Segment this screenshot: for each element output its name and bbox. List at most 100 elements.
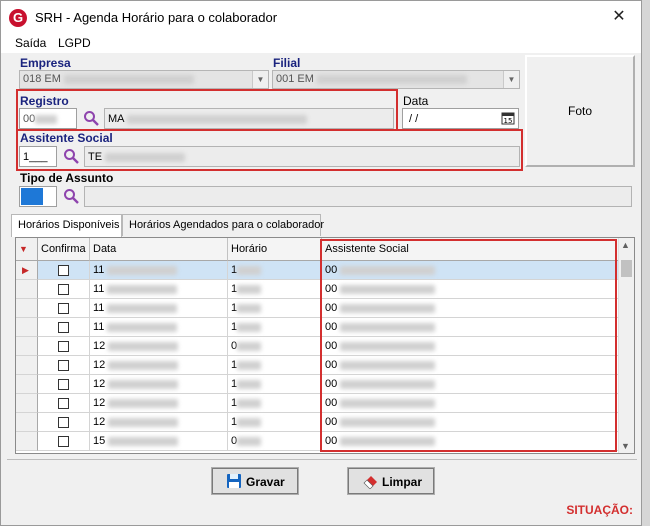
scroll-up-icon[interactable]: ▲ [621,240,630,250]
confirma-checkbox[interactable] [58,398,69,409]
search-icon[interactable] [63,188,79,204]
confirma-cell[interactable] [38,299,90,318]
empresa-value: 018 EM [23,73,194,85]
tab-horarios-disponiveis[interactable]: Horários Disponíveis [11,214,122,237]
row-indicator[interactable] [16,375,38,394]
confirma-checkbox[interactable] [58,436,69,447]
filial-combo[interactable]: 001 EM ▼ [272,70,520,89]
search-icon[interactable] [83,110,99,126]
title-bar: G SRH - Agenda Horário para o colaborado… [1,1,641,33]
row-indicator[interactable] [16,432,38,451]
horario-cell: 0 [228,337,322,356]
svg-text:15: 15 [504,117,513,125]
row-indicator[interactable] [16,413,38,432]
row-indicator[interactable]: ▶ [16,261,38,280]
empresa-combo[interactable]: 018 EM ▼ [19,70,269,89]
registro-code-input[interactable]: 00 [19,108,77,129]
gravar-button[interactable]: Gravar [211,467,299,495]
horario-cell: 1 [228,375,322,394]
menu-bar: Saída LGPD [1,33,641,53]
grid-scrollbar[interactable]: ▲ ▼ [618,238,634,453]
data-cell: 12 [90,413,228,432]
agenda-window: G SRH - Agenda Horário para o colaborado… [0,0,642,526]
assistente-column-highlight [320,239,617,452]
confirma-checkbox[interactable] [58,417,69,428]
scroll-down-icon[interactable]: ▼ [621,441,630,451]
row-indicator[interactable] [16,356,38,375]
assistente-label: Assitente Social [20,131,113,145]
horario-cell: 1 [228,280,322,299]
situacao-status: SITUAÇÃO: [566,503,633,517]
confirma-checkbox[interactable] [58,379,69,390]
horario-cell: 1 [228,261,322,280]
data-cell: 11 [90,261,228,280]
confirma-cell[interactable] [38,375,90,394]
confirma-checkbox[interactable] [58,265,69,276]
data-cell: 12 [90,356,228,375]
data-label: Data [403,94,429,108]
limpar-button[interactable]: Limpar [347,467,435,495]
assistente-code-value: 1___ [23,151,48,163]
chevron-down-icon[interactable]: ▼ [252,71,268,88]
confirma-checkbox[interactable] [58,360,69,371]
limpar-label: Limpar [382,475,423,489]
confirma-cell[interactable] [38,318,90,337]
row-indicator[interactable] [16,299,38,318]
save-icon [227,474,241,488]
tab-horarios-agendados[interactable]: Horários Agendados para o colaborador [122,214,324,236]
row-indicator[interactable] [16,394,38,413]
row-indicator[interactable] [16,318,38,337]
confirma-checkbox[interactable] [58,303,69,314]
header-horario[interactable]: Horário [228,238,322,261]
close-button[interactable]: ✕ [599,3,639,31]
grid-sort-indicator[interactable]: ▼ [16,238,38,261]
data-input[interactable]: / / 15 [402,108,519,129]
header-confirma[interactable]: Confirma [38,238,90,261]
registro-name-field: MA [104,108,394,129]
tipo-assunto-label: Tipo de Assunto [20,171,114,185]
confirma-cell[interactable] [38,413,90,432]
confirma-checkbox[interactable] [58,341,69,352]
app-logo-icon: G [9,9,27,27]
gravar-label: Gravar [246,475,285,489]
window-title: SRH - Agenda Horário para o colaborador [35,10,278,25]
confirma-checkbox[interactable] [58,284,69,295]
data-cell: 12 [90,375,228,394]
row-indicator[interactable] [16,280,38,299]
confirma-cell[interactable] [38,432,90,451]
foto-panel[interactable]: Foto [525,55,635,167]
menu-saida[interactable]: Saída [15,36,46,50]
horario-cell: 1 [228,394,322,413]
horario-cell: 0 [228,432,322,451]
data-cell: 11 [90,299,228,318]
assistente-code-input[interactable]: 1___ [19,146,57,167]
data-cell: 12 [90,394,228,413]
confirma-cell[interactable] [38,261,90,280]
confirma-checkbox[interactable] [58,322,69,333]
search-icon[interactable] [63,148,79,164]
registro-name-value: MA [108,113,307,125]
current-row-icon: ▶ [22,265,29,275]
confirma-cell[interactable] [38,280,90,299]
chevron-down-icon[interactable]: ▼ [503,71,519,88]
data-cell: 15 [90,432,228,451]
filial-value: 001 EM [276,73,467,85]
tipo-assunto-code-input[interactable] [19,186,57,207]
tipo-assunto-name-field [84,186,632,207]
assistente-name-field: TE [84,146,520,167]
footer-separator [7,459,637,460]
scroll-thumb[interactable] [621,260,632,277]
calendar-icon[interactable]: 15 [501,111,515,125]
header-data[interactable]: Data [90,238,228,261]
registro-label: Registro [20,94,69,108]
horario-cell: 1 [228,413,322,432]
row-indicator[interactable] [16,337,38,356]
menu-lgpd[interactable]: LGPD [58,36,91,50]
registro-code-value: 00 [23,113,58,125]
tipo-assunto-selection [21,188,43,205]
confirma-cell[interactable] [38,394,90,413]
confirma-cell[interactable] [38,356,90,375]
data-cell: 11 [90,280,228,299]
confirma-cell[interactable] [38,337,90,356]
empresa-label: Empresa [20,56,71,70]
